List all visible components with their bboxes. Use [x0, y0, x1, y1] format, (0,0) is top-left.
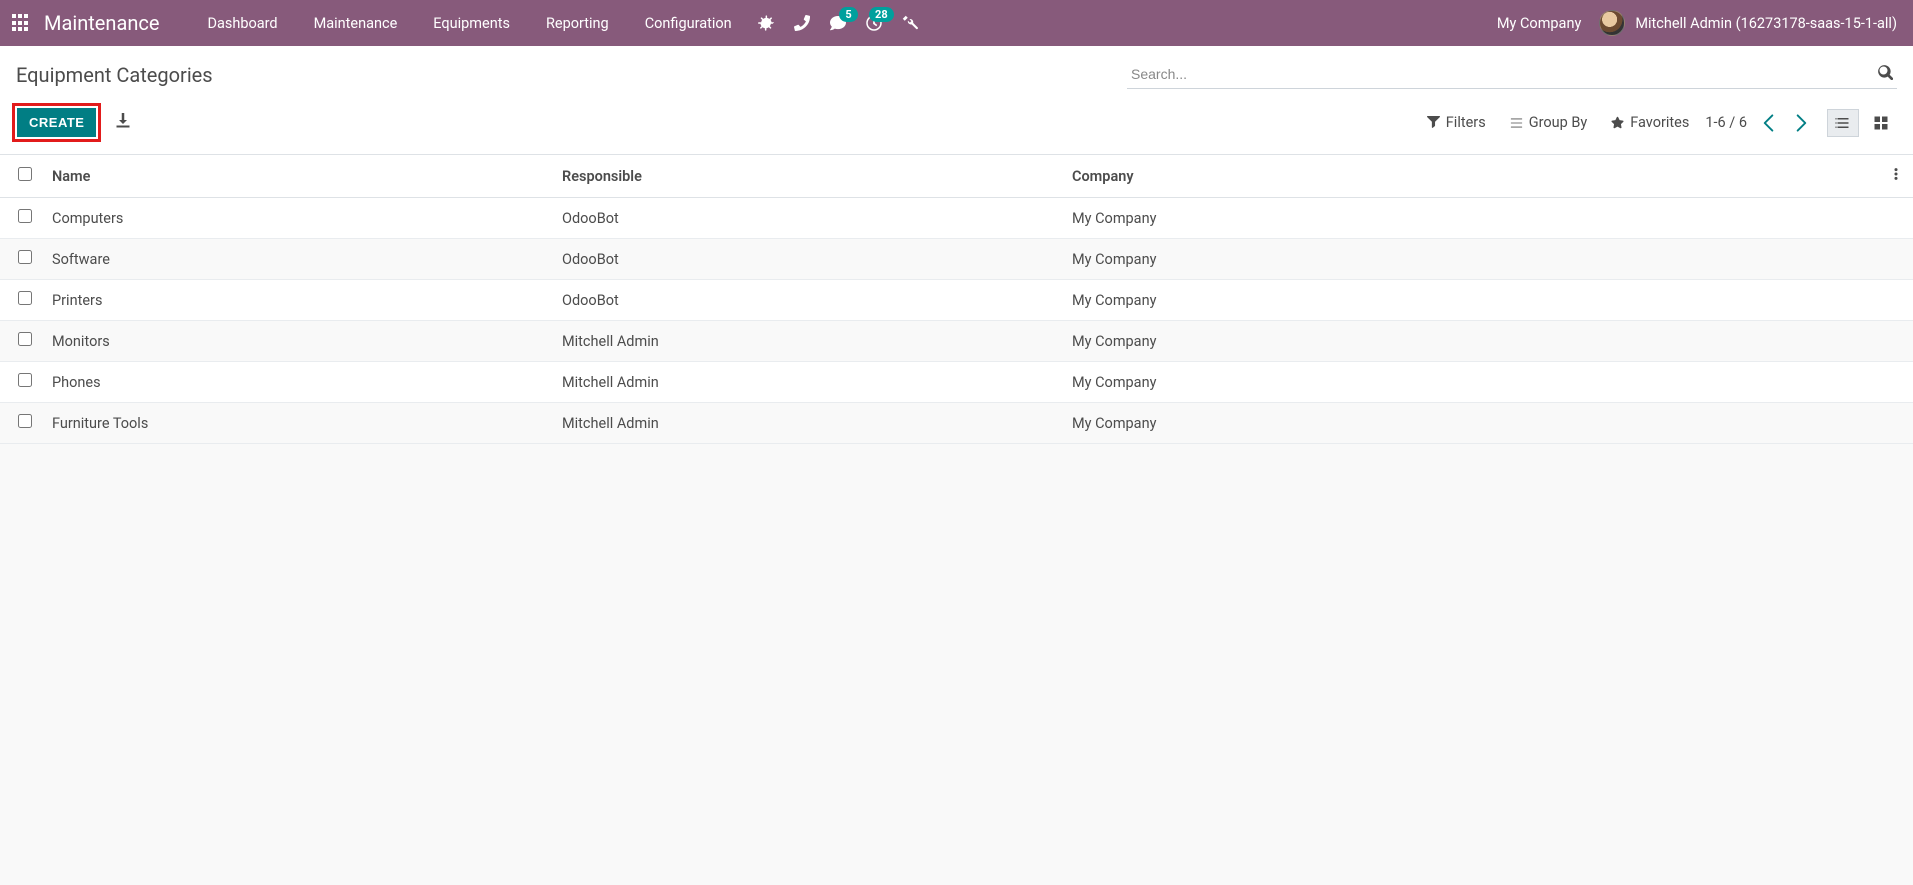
table-header-row: Name Responsible Company	[0, 155, 1913, 198]
export-icon[interactable]	[115, 113, 131, 133]
table-row[interactable]: Furniture ToolsMitchell AdminMy Company	[0, 403, 1913, 444]
row-checkbox-cell	[0, 321, 42, 362]
cell-name: Phones	[42, 362, 552, 403]
categories-table: Name Responsible Company ComputersOdooBo…	[0, 155, 1913, 444]
nav-item-equipments[interactable]: Equipments	[415, 0, 528, 46]
debug-icon[interactable]	[758, 15, 774, 31]
table-row[interactable]: SoftwareOdooBotMy Company	[0, 239, 1913, 280]
row-checkbox[interactable]	[18, 414, 32, 428]
row-checkbox-cell	[0, 239, 42, 280]
pager-prev-icon[interactable]	[1759, 113, 1779, 133]
messaging-badge: 5	[839, 7, 857, 22]
favorites-label: Favorites	[1630, 114, 1689, 131]
pager-next-icon[interactable]	[1791, 113, 1811, 133]
row-checkbox[interactable]	[18, 209, 32, 223]
row-checkbox-cell	[0, 198, 42, 239]
groupby-button[interactable]: Group By	[1510, 114, 1588, 131]
cell-name: Monitors	[42, 321, 552, 362]
cell-name: Computers	[42, 198, 552, 239]
cell-name: Furniture Tools	[42, 403, 552, 444]
activities-badge: 28	[869, 7, 894, 22]
cell-company: My Company	[1062, 362, 1879, 403]
cell-company: My Company	[1062, 403, 1879, 444]
cell-responsible: Mitchell Admin	[552, 403, 1062, 444]
row-checkbox[interactable]	[18, 291, 32, 305]
filters-button[interactable]: Filters	[1427, 114, 1486, 131]
groupby-label: Group By	[1529, 114, 1588, 131]
table-row[interactable]: MonitorsMitchell AdminMy Company	[0, 321, 1913, 362]
cell-responsible: OdooBot	[552, 198, 1062, 239]
cell-empty	[1879, 362, 1913, 403]
main-navbar: Maintenance Dashboard Maintenance Equipm…	[0, 0, 1913, 46]
company-selector[interactable]: My Company	[1479, 15, 1599, 32]
nav-systray: 5 28	[758, 15, 918, 31]
cell-responsible: Mitchell Admin	[552, 362, 1062, 403]
header-name[interactable]: Name	[42, 155, 552, 198]
table-row[interactable]: ComputersOdooBotMy Company	[0, 198, 1913, 239]
nav-item-maintenance[interactable]: Maintenance	[296, 0, 416, 46]
row-checkbox[interactable]	[18, 373, 32, 387]
cell-name: Printers	[42, 280, 552, 321]
header-checkbox-cell	[0, 155, 42, 198]
row-checkbox[interactable]	[18, 332, 32, 346]
create-highlight: CREATE	[12, 103, 101, 142]
row-checkbox-cell	[0, 362, 42, 403]
phone-icon[interactable]	[794, 15, 810, 31]
nav-item-dashboard[interactable]: Dashboard	[189, 0, 295, 46]
cell-responsible: OdooBot	[552, 280, 1062, 321]
cell-company: My Company	[1062, 198, 1879, 239]
table-row[interactable]: PhonesMitchell AdminMy Company	[0, 362, 1913, 403]
tools-icon[interactable]	[902, 15, 918, 31]
cell-company: My Company	[1062, 280, 1879, 321]
cell-empty	[1879, 280, 1913, 321]
search-box	[1127, 60, 1897, 89]
avatar	[1599, 10, 1625, 36]
row-checkbox-cell	[0, 280, 42, 321]
cell-responsible: Mitchell Admin	[552, 321, 1062, 362]
header-company[interactable]: Company	[1062, 155, 1879, 198]
cell-company: My Company	[1062, 239, 1879, 280]
user-menu[interactable]: Mitchell Admin (16273178-saas-15-1-all)	[1599, 10, 1901, 36]
cell-empty	[1879, 403, 1913, 444]
row-checkbox[interactable]	[18, 250, 32, 264]
nav-menu: Dashboard Maintenance Equipments Reporti…	[189, 0, 749, 46]
cell-responsible: OdooBot	[552, 239, 1062, 280]
filters-label: Filters	[1446, 114, 1486, 131]
header-responsible[interactable]: Responsible	[552, 155, 1062, 198]
cell-empty	[1879, 239, 1913, 280]
favorites-button[interactable]: Favorites	[1611, 114, 1689, 131]
optional-columns-button[interactable]	[1879, 155, 1913, 198]
select-all-checkbox[interactable]	[18, 167, 32, 181]
view-switcher	[1827, 109, 1897, 137]
table-row[interactable]: PrintersOdooBotMy Company	[0, 280, 1913, 321]
nav-item-configuration[interactable]: Configuration	[627, 0, 750, 46]
search-options: Filters Group By Favorites	[1427, 114, 1690, 131]
apps-icon[interactable]	[12, 14, 30, 32]
view-list-button[interactable]	[1827, 109, 1859, 137]
messaging-icon[interactable]: 5	[830, 15, 846, 31]
row-checkbox-cell	[0, 403, 42, 444]
control-panel: Equipment Categories CREATE Filters Gr	[0, 46, 1913, 155]
app-brand[interactable]: Maintenance	[44, 11, 159, 35]
page-title: Equipment Categories	[16, 63, 213, 87]
activities-icon[interactable]: 28	[866, 15, 882, 31]
cell-name: Software	[42, 239, 552, 280]
cell-empty	[1879, 198, 1913, 239]
view-kanban-button[interactable]	[1865, 109, 1897, 137]
pager-value[interactable]: 1-6 / 6	[1705, 114, 1747, 131]
user-name: Mitchell Admin (16273178-saas-15-1-all)	[1635, 15, 1897, 32]
pager: 1-6 / 6	[1705, 113, 1811, 133]
cell-empty	[1879, 321, 1913, 362]
cell-company: My Company	[1062, 321, 1879, 362]
search-input[interactable]	[1127, 60, 1897, 89]
create-button[interactable]: CREATE	[17, 108, 96, 137]
nav-item-reporting[interactable]: Reporting	[528, 0, 627, 46]
search-icon[interactable]	[1877, 64, 1893, 80]
